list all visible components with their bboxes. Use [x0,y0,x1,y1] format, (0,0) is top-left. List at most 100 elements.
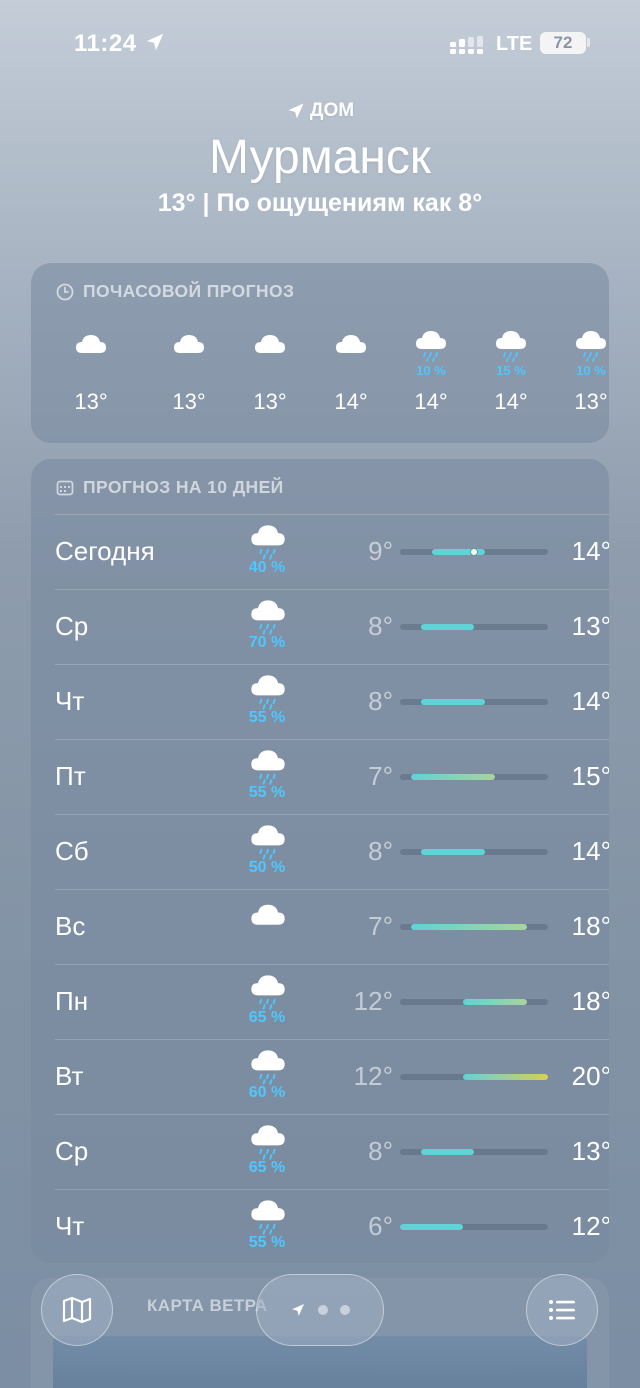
rain-cloud-icon [251,525,285,560]
hour-icon-wrap [321,333,381,363]
hourly-forecast-card[interactable]: ПОЧАСОВОЙ ПРОГНОЗ 13° 13° 13° 14° 10 % 14° 15 … [31,263,609,443]
hour-icon-wrap [240,333,300,363]
temp-range-bar [400,1224,548,1230]
hour-temp: 13° [253,389,287,414]
page-dot[interactable] [340,1305,350,1315]
home-label: ДОМ [309,100,355,121]
day-row[interactable]: Пн 65 % 12° 18° [55,964,609,1039]
day-high-temp: 12° [571,1211,609,1241]
hour-temp: 14° [334,389,368,414]
day-high-temp: 15° [571,761,609,791]
day-high-temp: 18° [571,911,609,941]
temp-range-bar [400,849,548,855]
day-name: Ср [55,611,89,641]
day-low-temp: 12° [353,1061,393,1091]
day-low-temp: 6° [368,1211,393,1241]
locations-list-button[interactable] [526,1274,598,1346]
day-name: Вс [55,911,86,941]
current-summary: 13° | По ощущениям как 8° [157,189,483,217]
temp-range-fill [463,1074,548,1080]
day-low-temp: 12° [353,986,393,1016]
day-high-temp: 14° [571,686,609,716]
day-name: Ср [55,1136,89,1166]
temp-range-bar [400,774,548,780]
day-row[interactable]: Вт 60 % 12° 20° [55,1039,609,1114]
hour-precip: 10 % [576,363,606,378]
hour-temp: 14° [494,389,528,414]
ten-day-forecast-card[interactable]: ПРОГНОЗ НА 10 ДНЕЙ Сегодня 40 % 9° 14° Ср 70 … [31,459,609,1263]
hourly-title-row: ПОЧАСОВОЙ ПРОГНОЗ [31,263,609,302]
rain-cloud-icon [251,750,285,785]
day-icon-wrap [241,673,295,710]
day-icon-wrap [241,523,295,560]
hourly-row[interactable]: 13° 13° 13° 14° 10 % 14° 15 % 14° 10 % 13° [31,331,609,433]
rain-cloud-icon [416,331,446,362]
day-high-temp: 13° [571,1136,609,1166]
temp-range-fill [410,774,496,780]
daily-list: Сегодня 40 % 9° 14° Ср 70 % 8° 13° Чт 55 % 8° 14° Пт… [55,514,609,1263]
day-row[interactable]: Чт 55 % 8° 14° [55,664,609,739]
day-row[interactable]: Ср 65 % 8° 13° [55,1114,609,1189]
temp-range-fill [463,999,527,1005]
day-name: Сб [55,836,89,866]
status-bar: 11:24 LTE 72 [0,0,640,90]
hourly-item: 13° [159,333,219,415]
rain-cloud-icon [251,675,285,710]
calendar-icon [56,480,74,495]
temp-range-bar [400,548,548,556]
rain-cloud-icon [251,1125,285,1160]
day-row[interactable]: Пт 55 % 7° 15° [55,739,609,814]
day-icon-wrap [241,748,295,785]
day-precip: 40 % [248,559,286,576]
day-precip: 55 % [248,709,286,726]
day-name: Чт [55,1211,85,1241]
day-row[interactable]: Сб 50 % 8° 14° [55,814,609,889]
temp-range-bar [400,1149,548,1155]
hour-precip [321,363,381,381]
daily-title-row: ПРОГНОЗ НА 10 ДНЕЙ [31,459,609,498]
day-name: Чт [55,686,85,716]
hour-precip [61,363,121,381]
hour-temp: 13° [172,389,206,414]
temp-range-fill [410,924,527,930]
rain-cloud-icon [251,975,285,1010]
day-row[interactable]: Ср 70 % 8° 13° [55,589,609,664]
hour-temp: 13° [74,389,108,414]
location-arrow-icon [288,103,304,119]
hourly-title: ПОЧАСОВОЙ ПРОГНОЗ [83,281,295,301]
day-high-temp: 13° [571,611,609,641]
day-precip: 60 % [248,1084,286,1101]
page-dot[interactable] [318,1305,328,1315]
day-low-temp: 9° [368,536,393,566]
temp-range-fill [421,1149,474,1155]
rain-cloud-icon [251,1200,285,1235]
temp-range-bar [400,699,548,705]
hourly-item: 10 % 13° [561,331,609,415]
day-name: Сегодня [55,536,155,566]
temp-range-fill [421,699,485,705]
city-name: Мурманск [209,131,431,184]
day-low-temp: 8° [368,1136,393,1166]
map-button[interactable] [41,1274,113,1346]
rain-cloud-icon [251,1050,285,1085]
day-high-temp: 14° [571,536,609,566]
day-row[interactable]: Чт 55 % 6° 12° [55,1189,609,1263]
page-indicator[interactable] [256,1274,384,1346]
day-low-temp: 8° [368,611,393,641]
cloud-icon [76,335,106,353]
hour-icon-wrap [561,331,609,363]
day-row[interactable]: Вс 7° 18° [55,889,609,964]
hour-icon-wrap [61,333,121,363]
day-icon-wrap [241,1198,295,1235]
day-precip: 65 % [248,1159,286,1176]
day-row[interactable]: Сегодня 40 % 9° 14° [55,514,609,589]
battery-tip [587,38,590,47]
hour-precip: 15 % [496,363,526,378]
signal-icon [450,36,483,54]
temp-range-fill [400,1224,464,1230]
cloud-icon [336,335,366,353]
day-icon-wrap [241,1048,295,1085]
temp-range-bar [400,924,548,930]
day-icon-wrap [241,823,295,860]
day-name: Пн [55,986,89,1016]
